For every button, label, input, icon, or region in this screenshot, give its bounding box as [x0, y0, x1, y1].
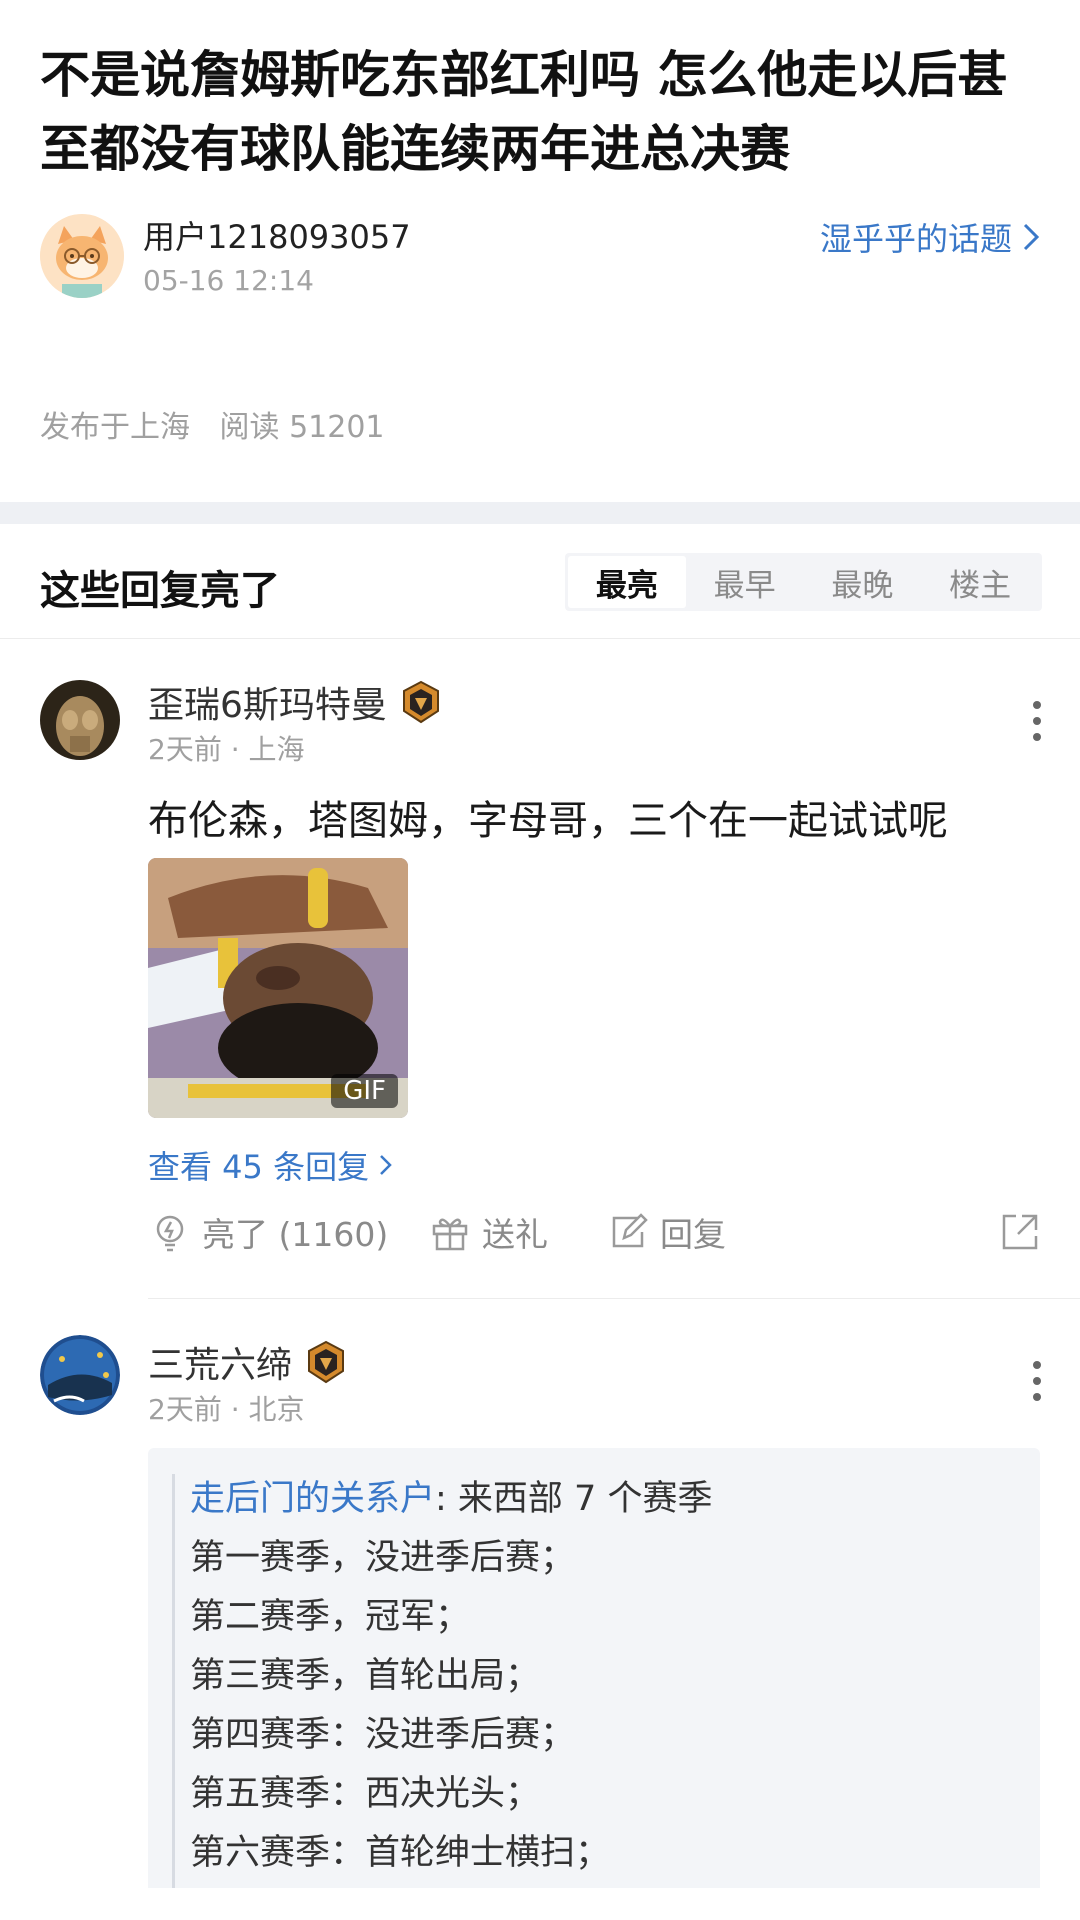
user-avatar-icon — [40, 1335, 120, 1415]
quote-first-text: : 来西部 7 个赛季 — [435, 1479, 713, 1519]
comment-actions: 亮了 (1160) 送礼 回复 — [148, 1208, 1040, 1268]
author-avatar[interactable] — [40, 214, 124, 298]
comment-avatar[interactable] — [40, 680, 120, 760]
gif-label: GIF — [331, 1074, 398, 1108]
tab-latest[interactable]: 最晚 — [804, 556, 922, 608]
more-icon[interactable] — [1032, 1360, 1042, 1402]
comment-gif[interactable]: GIF — [148, 858, 408, 1118]
like-button[interactable]: 亮了 (1160) — [150, 1208, 388, 1256]
bottom-bar — [0, 1888, 1080, 1920]
more-icon[interactable] — [1032, 700, 1042, 742]
badge-icon — [402, 680, 439, 724]
topic-link[interactable]: 湿乎乎的话题 — [820, 214, 1040, 260]
post-location: 发布于上海 — [40, 410, 190, 445]
post-title: 不是说詹姆斯吃东部红利吗 怎么他走以后甚至都没有球队能连续两年进总决赛 — [40, 46, 1008, 178]
comment-text: 布伦森，塔图姆，字母哥，三个在一起试试呢 — [148, 798, 948, 844]
topic-link-label: 湿乎乎的话题 — [819, 220, 1012, 258]
quote-bar — [172, 1474, 175, 1920]
comment-meta: 2天前 · 上海 — [148, 733, 305, 766]
view-replies-label: 查看 45 条回复 — [148, 1148, 370, 1186]
quoted-reply[interactable]: 走后门的关系户: 来西部 7 个赛季 第一赛季，没进季后赛； 第二赛季，冠军； … — [148, 1448, 1040, 1920]
post-time: 05-16 12:14 — [143, 264, 314, 297]
header-divider — [0, 638, 1080, 639]
tab-op[interactable]: 楼主 — [921, 556, 1039, 608]
lightbulb-icon — [156, 1215, 184, 1252]
section-divider — [0, 502, 1080, 524]
quote-line: 第二赛季，冠军； — [190, 1597, 471, 1637]
comment-divider — [148, 1298, 1080, 1299]
author-name[interactable]: 用户1218093057 — [143, 212, 411, 258]
comment-username-row: 三荒六缔 — [148, 1336, 346, 1388]
chevron-right-icon — [1023, 223, 1040, 251]
cat-avatar-icon — [40, 214, 124, 298]
replies-section-title: 这些回复亮了 — [40, 568, 280, 614]
tab-earliest[interactable]: 最早 — [686, 556, 804, 608]
comment-username[interactable]: 歪瑞6斯玛特曼 — [148, 676, 387, 728]
gift-icon — [432, 1218, 468, 1251]
quote-line: 第一赛季，没进季后赛； — [190, 1538, 576, 1578]
chevron-right-icon — [380, 1155, 392, 1175]
share-icon[interactable] — [1000, 1212, 1040, 1252]
gift-label: 送礼 — [482, 1215, 548, 1254]
comment-username-row: 歪瑞6斯玛特曼 — [148, 676, 441, 728]
reply-button[interactable]: 回复 — [608, 1208, 726, 1256]
quote-first-line: 走后门的关系户: 来西部 7 个赛季 — [190, 1470, 712, 1529]
post-meta: 发布于上海 阅读 51201 — [40, 402, 405, 446]
post-author-row: 用户1218093057 05-16 12:14 湿乎乎的话题 — [40, 212, 1040, 302]
tab-brightest[interactable]: 最亮 — [568, 556, 686, 608]
sort-tabs: 最亮 最早 最晚 楼主 — [565, 553, 1042, 611]
badge-icon — [308, 1340, 345, 1384]
view-replies-link[interactable]: 查看 45 条回复 — [148, 1142, 393, 1188]
comment-username[interactable]: 三荒六缔 — [148, 1336, 292, 1388]
quote-username[interactable]: 走后门的关系户 — [190, 1479, 435, 1519]
gift-button[interactable]: 送礼 — [430, 1208, 548, 1256]
user-avatar-icon — [40, 680, 120, 760]
quote-line: 第六赛季：首轮绅士横扫； — [190, 1833, 611, 1873]
like-count: 亮了 (1160) — [202, 1215, 389, 1254]
comment-meta: 2天前 · 北京 — [148, 1393, 305, 1426]
quote-content: 走后门的关系户: 来西部 7 个赛季 第一赛季，没进季后赛； 第二赛季，冠军； … — [190, 1470, 712, 1883]
quote-line: 第五赛季：西决光头； — [190, 1774, 541, 1814]
post-reads: 阅读 51201 — [219, 410, 385, 445]
comment-avatar[interactable] — [40, 1335, 120, 1415]
reply-icon — [612, 1213, 648, 1248]
quote-line: 第四赛季：没进季后赛； — [190, 1715, 576, 1755]
quote-line: 第三赛季，首轮出局； — [190, 1656, 541, 1696]
reply-label: 回复 — [660, 1215, 726, 1254]
